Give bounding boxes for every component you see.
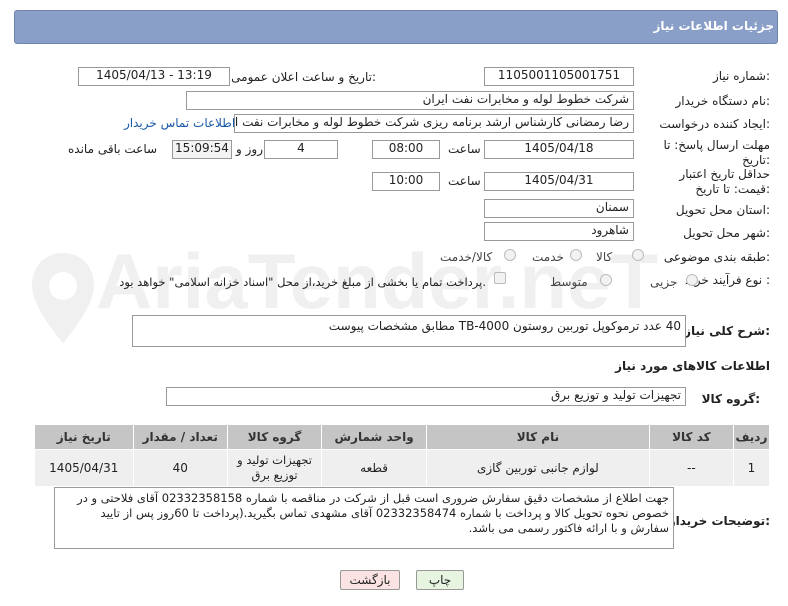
- buyer-notes-textarea[interactable]: جهت اطلاع از مشخصات دقیق سفارش ضروری است…: [54, 487, 674, 549]
- price-time-label: ساعت: [448, 174, 481, 188]
- days-field: 4: [264, 140, 338, 159]
- city-label: شهر محل تحویل:: [683, 226, 770, 240]
- description-textarea[interactable]: 40 عدد ترموکوپل توربین روستون TB-4000 مط…: [132, 315, 686, 347]
- category-option-goods: کالا: [596, 250, 613, 264]
- watermark-logo-icon: [32, 253, 94, 343]
- category-label: طبقه بندی موضوعی:: [663, 250, 770, 264]
- col-row: ردیف: [732, 424, 771, 450]
- reply-time-field: 08:00: [372, 140, 440, 159]
- reply-deadline-label: مهلت ارسال پاسخ: تا تاریخ:: [663, 138, 770, 167]
- col-quantity: تعداد / مقدار: [132, 424, 228, 450]
- goods-group-field: تجهیزات تولید و توزیع برق: [166, 387, 686, 406]
- province-field: سمنان: [484, 199, 634, 218]
- col-date: تاریخ نیاز: [34, 424, 134, 450]
- cell-unit: قطعه: [321, 449, 427, 487]
- description-label: شرح کلی نیاز:: [684, 324, 770, 338]
- price-deadline-label: حداقل تاریخ اعتبار قیمت: تا تاریخ:: [679, 167, 770, 196]
- remaining-label: ساعت باقی مانده: [68, 142, 158, 156]
- cell-name: لوازم جانبی توربین گازی: [425, 449, 650, 487]
- creator-label: ایجاد کننده درخواست:: [659, 117, 770, 131]
- payment-note: پرداخت تمام یا بخشی از مبلغ خرید،از محل …: [119, 275, 486, 289]
- cell-row: 1: [732, 449, 771, 487]
- page-title: جزئیات اطلاعات نیاز: [653, 19, 774, 33]
- buyer-org-label: نام دستگاه خریدار:: [675, 94, 771, 108]
- category-radio-service[interactable]: [570, 249, 582, 261]
- announce-field: 1405/04/13 - 13:19: [78, 67, 230, 86]
- cell-code: --: [648, 449, 734, 487]
- city-field: شاهرود: [484, 222, 634, 241]
- goods-info-title: اطلاعات کالاهای مورد نیاز: [615, 359, 770, 373]
- cell-date: 1405/04/31: [34, 449, 134, 487]
- table-header-row: ردیف کد کالا نام کالا واحد شمارش گروه کا…: [34, 424, 771, 450]
- need-number-field: 1105001105001751: [484, 67, 634, 86]
- need-number-label: شماره نیاز:: [712, 69, 770, 83]
- col-code: کد کالا: [648, 424, 734, 450]
- payment-checkbox[interactable]: [494, 272, 506, 284]
- buyer-contact-link[interactable]: اطلاعات تماس خریدار: [124, 116, 235, 130]
- buyer-notes-label: توضیحات خریدار:: [668, 514, 770, 528]
- cell-group: تجهیزات تولید و توزیع برق: [226, 449, 323, 487]
- cell-quantity: 40: [132, 449, 228, 487]
- col-group: گروه کالا: [226, 424, 323, 450]
- reply-date-field: 1405/04/18: [484, 140, 634, 159]
- col-name: نام کالا: [425, 424, 650, 450]
- col-unit: واحد شمارش: [321, 424, 427, 450]
- category-radio-goods[interactable]: [632, 249, 644, 261]
- items-table: ردیف کد کالا نام کالا واحد شمارش گروه کا…: [34, 424, 771, 487]
- category-option-service: خدمت: [532, 250, 564, 264]
- announce-label: تاریخ و ساعت اعلان عمومی:: [231, 70, 376, 84]
- remaining-time-field: 15:09:54: [172, 140, 232, 159]
- category-option-goods-service: کالا/خدمت: [440, 250, 493, 264]
- goods-group-label: گروه کالا:: [701, 392, 760, 406]
- process-option-medium: متوسط: [550, 275, 588, 289]
- creator-field: رضا رمضانی کارشناس ارشد برنامه ریزی شرکت…: [234, 114, 634, 133]
- process-radio-minor[interactable]: [686, 274, 698, 286]
- days-label: روز و: [236, 142, 263, 156]
- back-button[interactable]: بازگشت: [340, 570, 400, 590]
- reply-time-label: ساعت: [448, 142, 481, 156]
- buyer-org-field: شرکت خطوط لوله و مخابرات نفت ایران: [186, 91, 634, 110]
- process-radio-medium[interactable]: [600, 274, 612, 286]
- table-row: 1 -- لوازم جانبی توربین گازی قطعه تجهیزا…: [34, 449, 771, 487]
- print-button[interactable]: چاپ: [416, 570, 464, 590]
- province-label: استان محل تحویل:: [675, 203, 770, 217]
- price-date-field: 1405/04/31: [484, 172, 634, 191]
- category-radio-goods-service[interactable]: [504, 249, 516, 261]
- process-option-minor: جزیی: [650, 275, 678, 289]
- price-time-field: 10:00: [372, 172, 440, 191]
